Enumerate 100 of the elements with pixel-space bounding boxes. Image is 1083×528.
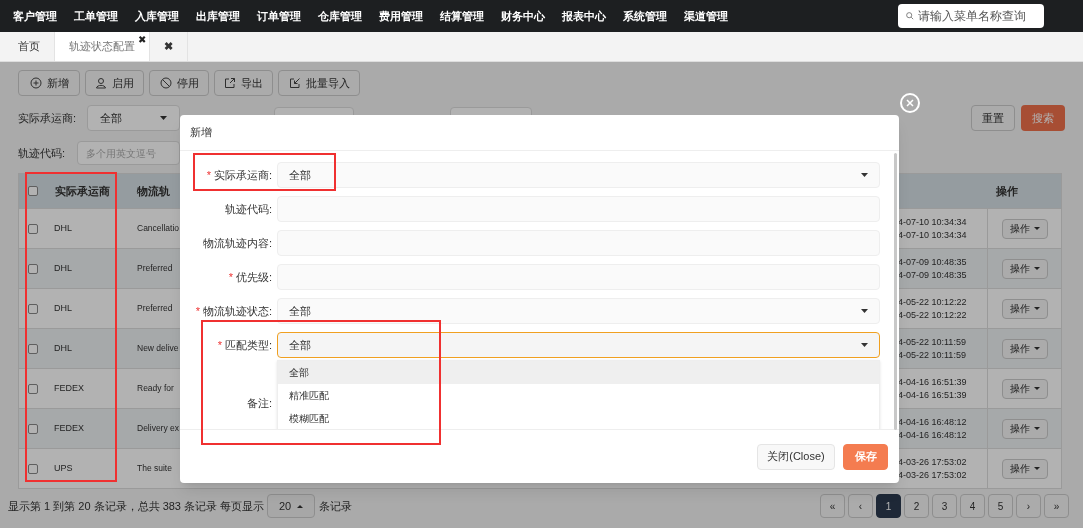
required-mark: * — [206, 167, 211, 183]
page-button[interactable]: » — [1044, 494, 1069, 518]
menu-item[interactable]: 入库管理 — [135, 7, 196, 25]
field-label: 物流轨迹内容: — [202, 235, 272, 251]
page-button[interactable]: 5 — [988, 494, 1013, 518]
toolbar-button[interactable]: 停用 — [149, 70, 209, 96]
import-icon — [288, 77, 301, 89]
pagination-summary: 显示第 1 到第 20 条记录，总共 383 条记录 每页显示 — [8, 498, 265, 514]
action-button[interactable]: 操作 — [1001, 298, 1048, 319]
required-mark: * — [217, 337, 222, 353]
close-icon[interactable]: ✖ — [138, 32, 146, 47]
menu-item[interactable]: 订单管理 — [257, 7, 318, 25]
table-cell: Cancellatio — [137, 222, 180, 233]
action-button[interactable]: 操作 — [1001, 218, 1048, 239]
page-button[interactable]: 2 — [904, 494, 929, 518]
ban-icon — [159, 77, 172, 89]
menu-item[interactable]: 费用管理 — [379, 7, 440, 25]
menu-item[interactable]: 渠道管理 — [684, 7, 745, 25]
checkbox[interactable] — [27, 423, 38, 434]
page-button[interactable]: « — [820, 494, 845, 518]
table-cell-text: 4-07-10 10:34:34 — [898, 228, 968, 242]
dropdown-option[interactable]: 精准匹配 — [278, 384, 879, 407]
menu-item[interactable]: 报表中心 — [562, 7, 623, 25]
plus-icon — [29, 77, 42, 89]
caret-icon — [1033, 307, 1040, 310]
close-icon[interactable] — [900, 93, 920, 113]
table-cell-text: DHL — [53, 301, 73, 315]
required-mark: * — [195, 303, 200, 319]
action-button[interactable]: 操作 — [1001, 458, 1048, 479]
filter-label: 轨迹代码: — [18, 145, 67, 161]
caret-icon — [297, 504, 304, 508]
action-button[interactable]: 操作 — [1001, 338, 1048, 359]
checkbox[interactable] — [27, 186, 38, 196]
page-size-select[interactable]: 20 — [267, 494, 316, 518]
filter-label: 实际承运商: — [18, 110, 78, 126]
toolbar-button[interactable]: 新增 — [18, 70, 80, 96]
toolbar-button[interactable]: 导出 — [214, 70, 273, 96]
column-header: 物流轨 — [136, 183, 171, 199]
table-cell-text: FEDEX — [53, 421, 85, 435]
caret-icon — [160, 116, 167, 120]
action-button[interactable]: 操作 — [1001, 418, 1048, 439]
user-icon — [95, 77, 107, 89]
caret-icon — [1033, 347, 1040, 350]
menu-item[interactable]: 财务中心 — [501, 7, 562, 25]
field-label: 物流轨迹状态: — [202, 303, 272, 319]
table-cell: Delivery ex — [137, 422, 180, 433]
page-button[interactable]: 1 — [876, 494, 901, 518]
menu-search-field[interactable]: 请输入菜单名称查询 — [898, 4, 1044, 28]
reset-button[interactable]: 重置 — [971, 105, 1015, 131]
toolbar-button[interactable]: 启用 — [85, 70, 144, 96]
dialog-button[interactable]: 关闭(Close) — [757, 443, 835, 470]
menu-item[interactable]: 客户管理 — [13, 7, 74, 25]
checkbox[interactable] — [27, 263, 38, 274]
action-button[interactable]: 操作 — [1001, 378, 1048, 399]
field-label: 实际承运商: — [213, 167, 272, 183]
caret-icon — [861, 343, 868, 347]
select-field[interactable]: 全部 — [277, 298, 880, 324]
column-header: 操作 — [995, 183, 1019, 199]
caret-icon — [1033, 227, 1040, 230]
dropdown-option[interactable]: 模糊匹配 — [278, 407, 879, 429]
page-button[interactable]: › — [1016, 494, 1041, 518]
carrier-select[interactable]: 全部 — [87, 105, 180, 131]
select-field[interactable]: 全部 — [277, 332, 880, 358]
menu-item[interactable]: 工单管理 — [74, 7, 135, 25]
checkbox[interactable] — [27, 343, 38, 354]
field-label: 备注: — [246, 395, 272, 411]
search-icon — [906, 11, 914, 21]
table-cell-text: DHL — [53, 341, 73, 355]
table-cell-text: 4-05-22 10:12:22 — [898, 308, 968, 322]
toolbar-button[interactable]: 批量导入 — [278, 70, 360, 96]
table-cell-text: 4-03-26 17:53:02 — [898, 468, 968, 482]
menu-item[interactable]: 系统管理 — [623, 7, 684, 25]
select-field[interactable]: 全部 — [277, 162, 880, 188]
table-cell-text: FEDEX — [53, 381, 85, 395]
caret-icon — [861, 309, 868, 313]
required-mark: * — [228, 269, 233, 285]
table-cell-text: UPS — [53, 461, 74, 475]
menu-item[interactable]: 出库管理 — [196, 7, 257, 25]
table-cell: Preferred — [137, 262, 173, 273]
dropdown-option[interactable]: 全部 — [278, 361, 879, 384]
page-button[interactable]: ‹ — [848, 494, 873, 518]
field-label: 轨迹代码: — [224, 201, 272, 217]
table-cell-text: 4-03-26 17:53:02 — [898, 455, 968, 469]
table-cell-text: 4-04-16 16:48:12 — [898, 415, 968, 429]
menu-item[interactable]: 仓库管理 — [318, 7, 379, 25]
table-cell-text: DHL — [53, 221, 73, 235]
table-cell-text: 4-07-10 10:34:34 — [898, 215, 968, 229]
page-button[interactable]: 4 — [960, 494, 985, 518]
menu-item[interactable]: 结算管理 — [440, 7, 501, 25]
tab[interactable]: 轨迹状态配置 ✖ — [55, 32, 150, 61]
column-header: 实际承运商 — [54, 183, 111, 199]
page-button[interactable]: 3 — [932, 494, 957, 518]
table-cell-text: 4-05-22 10:12:22 — [898, 295, 968, 309]
checkbox[interactable] — [27, 223, 38, 234]
table-cell-text: 4-05-22 10:11:59 — [898, 335, 967, 349]
checkbox[interactable] — [27, 303, 38, 314]
export-icon — [224, 77, 236, 89]
checkbox[interactable] — [27, 463, 38, 474]
checkbox[interactable] — [27, 383, 38, 394]
action-button[interactable]: 操作 — [1001, 258, 1048, 279]
